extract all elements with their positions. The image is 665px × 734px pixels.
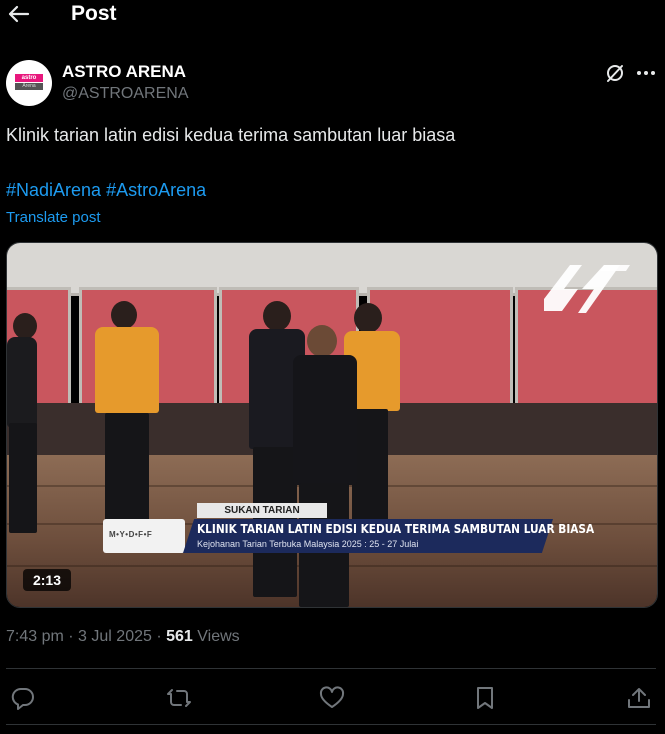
bookmark-icon[interactable] bbox=[472, 686, 498, 710]
meta-separator: · bbox=[156, 628, 162, 645]
hashtags: #NadiArena #AstroArena bbox=[6, 180, 206, 201]
nadi-arena-logo bbox=[544, 265, 630, 313]
post-meta: 7:43 pm · 3 Jul 2025 · 561 Views bbox=[6, 628, 240, 646]
divider bbox=[6, 724, 656, 725]
post-date[interactable]: 3 Jul 2025 bbox=[78, 628, 152, 645]
meta-separator: · bbox=[68, 628, 74, 645]
video-duration-badge: 2:13 bbox=[23, 569, 71, 591]
translate-post-link[interactable]: Translate post bbox=[6, 209, 101, 226]
hashtag-link[interactable]: #NadiArena bbox=[6, 180, 101, 200]
overlay-category-tag: SUKAN TARIAN bbox=[197, 503, 327, 518]
video-player[interactable]: SUKAN TARIAN M•Y•D•F•F KLINIK TARIAN LAT… bbox=[6, 242, 658, 608]
more-icon[interactable] bbox=[636, 70, 656, 76]
reply-icon[interactable] bbox=[10, 686, 36, 710]
post-time[interactable]: 7:43 pm bbox=[6, 628, 64, 645]
grok-icon[interactable] bbox=[604, 62, 626, 84]
avatar-logo-top: astro bbox=[15, 74, 43, 82]
overlay-sponsor-text: M•Y•D•F•F bbox=[109, 530, 153, 539]
overlay-headline: KLINIK TARIAN LATIN EDISI KEDUA TERIMA S… bbox=[197, 522, 595, 536]
views-label: Views bbox=[197, 628, 240, 645]
overlay-subline: Kejohanan Tarian Terbuka Malaysia 2025 :… bbox=[197, 539, 419, 549]
avatar[interactable]: astro Arena bbox=[6, 60, 52, 106]
author-display-name[interactable]: ASTRO ARENA bbox=[62, 62, 186, 82]
overlay-sponsor-logo: M•Y•D•F•F bbox=[103, 519, 185, 553]
share-icon[interactable] bbox=[626, 686, 652, 710]
views-count: 561 bbox=[166, 628, 193, 645]
hashtag-link[interactable]: #AstroArena bbox=[106, 180, 206, 200]
repost-icon[interactable] bbox=[166, 686, 192, 710]
author-handle[interactable]: @ASTROARENA bbox=[62, 85, 188, 103]
heart-icon[interactable] bbox=[319, 686, 345, 710]
divider bbox=[6, 668, 656, 669]
page-title: Post bbox=[71, 2, 117, 25]
post-text: Klinik tarian latin edisi kedua terima s… bbox=[6, 125, 456, 145]
avatar-logo-bottom: Arena bbox=[15, 83, 43, 90]
top-bar: Post bbox=[0, 0, 665, 32]
arrow-left-icon[interactable] bbox=[6, 4, 30, 24]
